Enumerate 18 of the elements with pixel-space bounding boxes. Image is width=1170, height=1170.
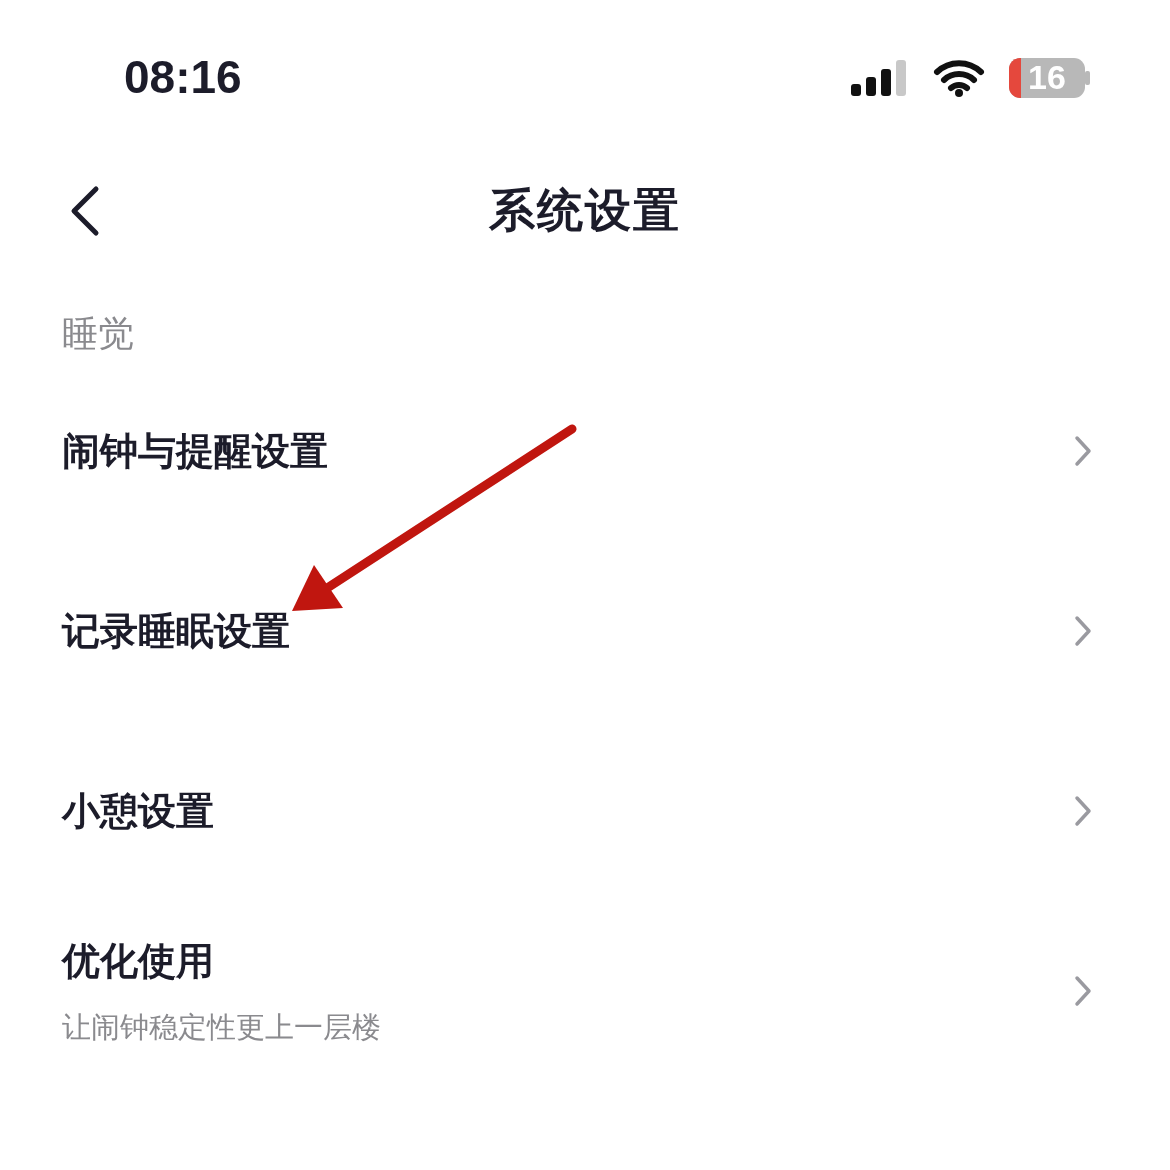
page-title: 系统设置: [489, 181, 681, 239]
settings-item[interactable]: 闹钟与提醒设置: [0, 361, 1170, 541]
item-subtitle: 让闹钟稳定性更上一层楼: [62, 1008, 381, 1046]
wifi-icon: [933, 58, 985, 97]
settings-item[interactable]: 小憩设置: [0, 721, 1170, 901]
chevron-icon: [1074, 795, 1092, 827]
section-title: 睡觉: [62, 312, 135, 356]
status-time: 08:16: [124, 50, 242, 105]
item-label: 记录睡眠设置: [62, 607, 290, 655]
item-label: 优化使用: [62, 937, 214, 985]
signal-icon: [851, 59, 909, 96]
settings-item[interactable]: 记录睡眠设置: [0, 541, 1170, 721]
chevron-icon: [1074, 615, 1092, 647]
chevron-icon: [1074, 975, 1092, 1007]
item-label: 小憩设置: [62, 787, 214, 835]
chevron-icon: [1074, 435, 1092, 467]
settings-item[interactable]: 优化使用 让闹钟稳定性更上一层楼: [0, 901, 1170, 1081]
item-label: 闹钟与提醒设置: [62, 427, 328, 475]
